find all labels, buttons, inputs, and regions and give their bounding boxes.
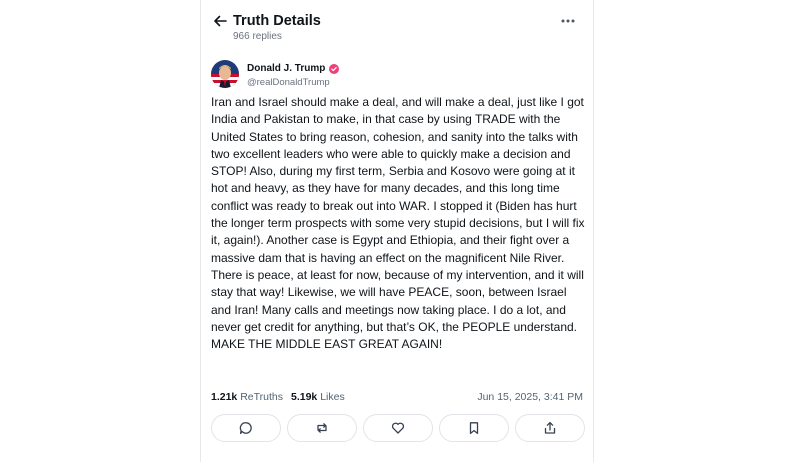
author-name[interactable]: Donald J. Trump bbox=[247, 63, 325, 75]
more-dots-icon bbox=[561, 19, 575, 23]
page: Truth Details 966 replies Donald J. Trum… bbox=[0, 0, 808, 462]
reply-icon bbox=[239, 422, 252, 435]
post-stats: 1.21k ReTruths 5.19k Likes bbox=[211, 391, 345, 404]
action-bar bbox=[211, 414, 585, 442]
like-icon bbox=[391, 422, 405, 434]
likes-stat[interactable]: 5.19k Likes bbox=[291, 391, 345, 404]
likes-count: 5.19k bbox=[291, 391, 318, 403]
like-button[interactable] bbox=[363, 414, 433, 442]
share-icon bbox=[544, 421, 556, 434]
arrow-left-icon bbox=[214, 15, 227, 27]
retruth-icon bbox=[317, 423, 327, 433]
reply-button[interactable] bbox=[211, 414, 281, 442]
retruth-button[interactable] bbox=[287, 414, 357, 442]
avatar[interactable] bbox=[211, 60, 239, 88]
post-timestamp: Jun 15, 2025, 3:41 PM bbox=[477, 391, 583, 403]
retruths-label: ReTruths bbox=[240, 391, 283, 403]
likes-label: Likes bbox=[320, 391, 345, 403]
retruths-count: 1.21k bbox=[211, 391, 238, 403]
verified-badge-icon bbox=[329, 64, 340, 74]
retruths-stat[interactable]: 1.21k ReTruths bbox=[211, 391, 283, 404]
author-name-row[interactable]: Donald J. Trump bbox=[247, 63, 340, 75]
bookmark-button[interactable] bbox=[439, 414, 509, 442]
reply-count: 966 replies bbox=[233, 31, 282, 42]
author-handle[interactable]: @realDonaldTrump bbox=[247, 77, 330, 89]
bookmark-icon bbox=[469, 422, 479, 435]
avatar-image bbox=[211, 60, 239, 88]
more-options-button[interactable] bbox=[559, 14, 577, 28]
post-detail-column: Truth Details 966 replies Donald J. Trum… bbox=[200, 0, 594, 462]
back-button[interactable] bbox=[211, 12, 229, 30]
page-title: Truth Details bbox=[233, 13, 321, 29]
post-text: Iran and Israel should make a deal, and … bbox=[211, 95, 585, 352]
share-button[interactable] bbox=[515, 414, 585, 442]
